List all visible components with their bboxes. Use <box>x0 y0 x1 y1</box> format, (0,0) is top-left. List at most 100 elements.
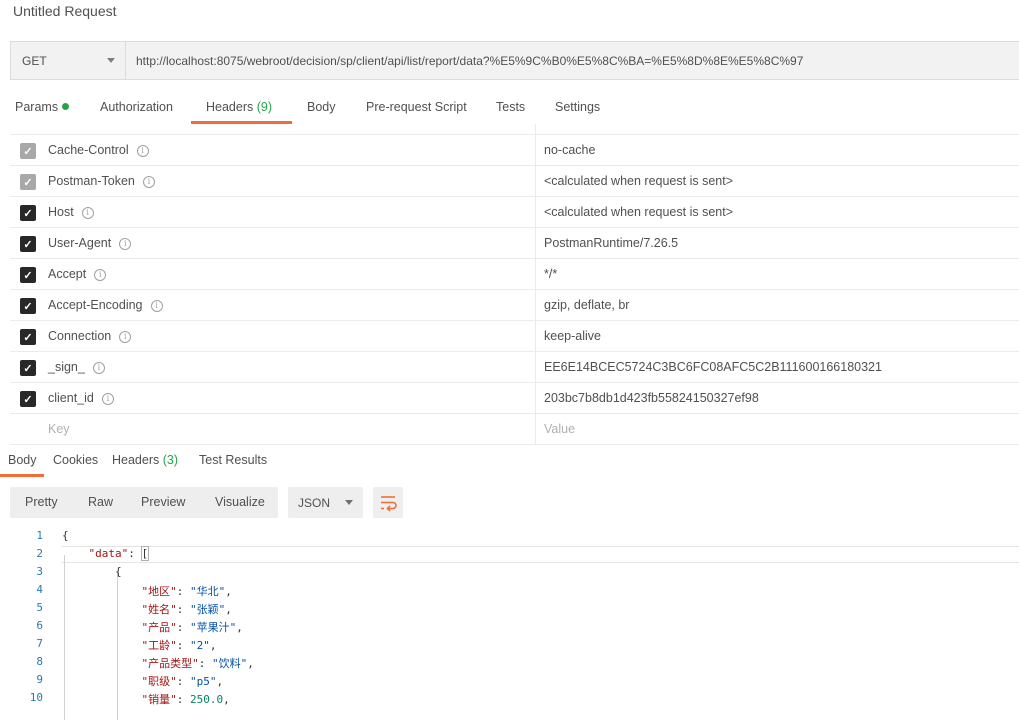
json-string: "张颖" <box>189 603 226 616</box>
view-pretty-button[interactable]: Pretty <box>25 495 58 509</box>
info-icon[interactable]: i <box>92 362 105 374</box>
tab-settings[interactable]: Settings <box>555 100 600 114</box>
json-key: "销量" <box>141 693 177 706</box>
json-key: "data" <box>88 547 129 560</box>
info-icon[interactable]: i <box>101 393 114 405</box>
info-icon[interactable]: i <box>81 207 94 219</box>
json-punct <box>62 657 141 670</box>
header-key[interactable]: Postman-Token i <box>48 174 155 188</box>
url-input[interactable]: http://localhost:8075/webroot/decision/s… <box>126 42 1019 79</box>
header-value[interactable]: keep-alive <box>544 329 601 343</box>
header-checkbox[interactable]: ✓ <box>20 143 36 159</box>
tab-params[interactable]: Params <box>15 100 70 114</box>
request-title[interactable]: Untitled Request <box>13 3 117 19</box>
info-icon[interactable]: i <box>119 238 132 250</box>
json-punct <box>62 603 141 616</box>
tab-test-results[interactable]: Test Results <box>199 453 267 467</box>
header-key[interactable]: _sign_ i <box>48 360 105 374</box>
line-number: 8 <box>36 655 43 668</box>
json-string: "华北" <box>189 585 226 598</box>
json-punct: { <box>62 565 122 578</box>
header-value[interactable]: EE6E14BCEC5724C3BC6FC08AFC5C2B1116001661… <box>544 360 882 374</box>
header-key-text: Accept-Encoding <box>48 298 143 312</box>
json-number: 250.0 <box>189 693 224 706</box>
tab-tests[interactable]: Tests <box>496 100 525 114</box>
header-key-text: Cache-Control <box>48 143 129 157</box>
line-number: 2 <box>36 547 43 560</box>
header-key[interactable]: Cache-Control i <box>48 143 149 157</box>
view-visualize-button[interactable]: Visualize <box>215 495 265 509</box>
url-bar: GET http://localhost:8075/webroot/decisi… <box>10 41 1019 80</box>
header-key-text: Host <box>48 205 74 219</box>
json-punct: , <box>247 657 254 670</box>
json-punct: : <box>128 547 142 560</box>
response-code-editor[interactable]: 1{2 "data": [3 {4 "地区": "华北", 5 "姓名": "张颖… <box>0 528 1019 720</box>
header-key-text: Connection <box>48 329 112 343</box>
tab-params-label: Params <box>15 100 59 114</box>
header-checkbox[interactable]: ✓ <box>20 267 36 283</box>
header-checkbox[interactable]: ✓ <box>20 391 36 407</box>
response-tabs: Body Cookies Headers (3) Test Results <box>0 447 1019 477</box>
header-value[interactable]: 203bc7b8db1d423fb55824150327ef98 <box>544 391 759 405</box>
header-checkbox[interactable]: ✓ <box>20 298 36 314</box>
tab-response-body[interactable]: Body <box>8 453 37 467</box>
new-header-value-input[interactable]: Value <box>544 422 575 436</box>
chevron-down-icon <box>107 58 115 63</box>
json-punct <box>62 585 141 598</box>
header-value[interactable]: no-cache <box>544 143 595 157</box>
header-value[interactable]: <calculated when request is sent> <box>544 205 733 219</box>
header-key[interactable]: client_id i <box>48 391 114 405</box>
json-punct: : <box>176 639 190 652</box>
header-value[interactable]: <calculated when request is sent> <box>544 174 733 188</box>
info-icon[interactable]: i <box>150 300 163 312</box>
code-line: "职级": "p5", <box>62 673 223 689</box>
json-punct: { <box>62 529 69 542</box>
tab-authorization[interactable]: Authorization <box>100 100 173 114</box>
view-preview-button[interactable]: Preview <box>141 495 185 509</box>
header-checkbox[interactable]: ✓ <box>20 329 36 345</box>
header-value[interactable]: */* <box>544 267 557 281</box>
header-key[interactable]: Accept-Encoding i <box>48 298 163 312</box>
view-mode-group: Pretty Raw Preview Visualize <box>10 487 278 518</box>
request-tabs: Params Authorization Headers (9) Body Pr… <box>0 94 1019 124</box>
header-value[interactable]: gzip, deflate, br <box>544 298 629 312</box>
tab-body[interactable]: Body <box>307 100 336 114</box>
line-number: 9 <box>36 673 43 686</box>
header-checkbox[interactable]: ✓ <box>20 236 36 252</box>
tab-headers[interactable]: Headers (9) <box>206 100 272 114</box>
header-key[interactable]: Accept i <box>48 267 107 281</box>
header-value[interactable]: PostmanRuntime/7.26.5 <box>544 236 678 250</box>
info-icon[interactable]: i <box>94 269 107 281</box>
header-key[interactable]: Connection i <box>48 329 132 343</box>
wrap-lines-icon <box>381 496 397 512</box>
json-punct: , <box>236 621 243 634</box>
new-header-row: Key Value <box>10 414 1019 445</box>
header-checkbox[interactable]: ✓ <box>20 360 36 376</box>
header-key[interactable]: Host i <box>48 205 94 219</box>
wrap-lines-button[interactable] <box>373 487 403 518</box>
info-icon[interactable]: i <box>142 176 155 188</box>
line-number: 1 <box>36 529 43 542</box>
json-punct: : <box>176 585 190 598</box>
json-punct: , <box>209 639 217 652</box>
info-icon[interactable]: i <box>119 331 132 343</box>
tab-response-headers[interactable]: Headers (3) <box>112 453 178 467</box>
view-raw-button[interactable]: Raw <box>88 495 113 509</box>
new-header-key-input[interactable]: Key <box>48 422 70 436</box>
json-string: "p5" <box>189 675 217 688</box>
info-icon[interactable]: i <box>136 145 149 157</box>
tab-prerequest-script[interactable]: Pre-request Script <box>366 100 467 114</box>
method-select[interactable]: GET <box>11 42 126 79</box>
header-row: ✓ User-Agent i PostmanRuntime/7.26.5 <box>10 228 1019 259</box>
json-punct: : <box>176 603 190 616</box>
header-key[interactable]: User-Agent i <box>48 236 132 250</box>
tab-response-cookies[interactable]: Cookies <box>53 453 98 467</box>
tab-headers-label: Headers <box>206 100 254 114</box>
json-punct: , <box>216 675 224 688</box>
tab-response-headers-label: Headers <box>112 453 160 467</box>
line-number: 4 <box>36 583 43 596</box>
json-punct: [ <box>140 546 150 561</box>
format-select[interactable]: JSON <box>288 487 363 518</box>
header-checkbox[interactable]: ✓ <box>20 205 36 221</box>
header-checkbox[interactable]: ✓ <box>20 174 36 190</box>
